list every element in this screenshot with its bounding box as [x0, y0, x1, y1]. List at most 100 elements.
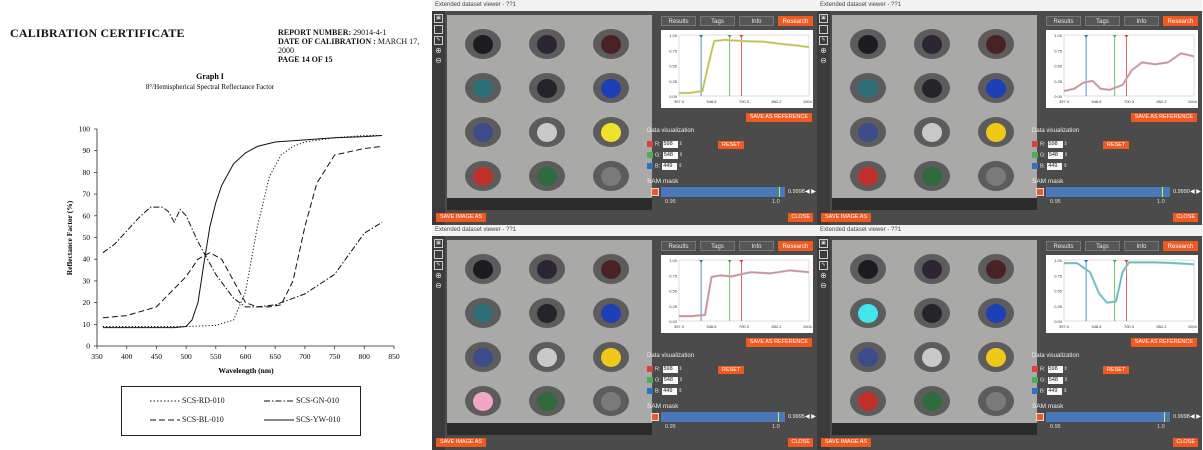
tab-research[interactable]: Research: [1163, 241, 1198, 251]
arrow-left-icon[interactable]: ◀: [1190, 414, 1195, 420]
rectangle-tool-icon[interactable]: [434, 25, 443, 34]
tab-info[interactable]: Info: [1124, 241, 1159, 251]
spin-arrows-icon[interactable]: ⇕: [679, 140, 683, 148]
arrow-left-icon[interactable]: ◀: [805, 189, 810, 195]
zoom-out-icon[interactable]: ⊖: [434, 281, 443, 290]
close-button[interactable]: CLOSE: [1173, 213, 1198, 222]
tab-results[interactable]: Results: [1046, 241, 1081, 251]
reset-button[interactable]: RESET: [718, 366, 745, 374]
close-button[interactable]: CLOSE: [788, 438, 813, 447]
tab-research[interactable]: Research: [778, 16, 813, 26]
reset-button[interactable]: RESET: [1103, 141, 1130, 149]
tab-results[interactable]: Results: [661, 241, 696, 251]
edit-tool-icon[interactable]: ✎: [434, 261, 443, 270]
sample-image[interactable]: [832, 15, 1037, 210]
spin-arrows-icon[interactable]: ⇕: [678, 162, 682, 170]
spin-arrows-icon[interactable]: ⇕: [1064, 140, 1068, 148]
channel-g-input[interactable]: 548: [662, 376, 678, 384]
arrow-right-icon[interactable]: ▶: [1196, 414, 1201, 420]
tab-info[interactable]: Info: [739, 241, 774, 251]
sam-slider-handle[interactable]: [1161, 187, 1164, 197]
save-image-as-button[interactable]: SAVE IMAGE AS: [821, 438, 872, 447]
channel-b-input[interactable]: 449: [1047, 162, 1063, 170]
rectangle-tool-icon[interactable]: [819, 250, 828, 259]
spin-arrows-icon[interactable]: ⇕: [1063, 387, 1067, 395]
zoom-in-icon[interactable]: ⊕: [819, 271, 828, 280]
sam-mask-slider[interactable]: [1046, 412, 1170, 422]
spin-arrows-icon[interactable]: ⇕: [678, 387, 682, 395]
spin-arrows-icon[interactable]: ⇕: [1064, 365, 1068, 373]
arrow-left-icon[interactable]: ◀: [805, 414, 810, 420]
select-tool-icon[interactable]: ▣: [819, 239, 828, 248]
zoom-in-icon[interactable]: ⊕: [819, 46, 828, 55]
save-as-reference-button[interactable]: SAVE AS REFERENCE: [745, 338, 812, 347]
spin-arrows-icon[interactable]: ⇕: [679, 376, 683, 384]
channel-g-input[interactable]: 548: [662, 151, 678, 159]
tab-tags[interactable]: Tags: [1085, 241, 1120, 251]
sample-image[interactable]: [447, 15, 652, 210]
spin-arrows-icon[interactable]: ⇕: [1063, 162, 1067, 170]
spin-arrows-icon[interactable]: ⇕: [1064, 376, 1068, 384]
sam-mask-checkbox[interactable]: [651, 188, 659, 196]
spin-arrows-icon[interactable]: ⇕: [1064, 151, 1068, 159]
spectrum-plot[interactable]: 1.000.750.500.250.00397.0 548.6 700.3 852.2…: [1046, 30, 1198, 108]
channel-r-input[interactable]: 598: [662, 140, 678, 148]
sam-slider-handle[interactable]: [777, 412, 780, 422]
tab-research[interactable]: Research: [1163, 16, 1198, 26]
sam-mask-checkbox[interactable]: [1036, 188, 1044, 196]
sam-mask-slider[interactable]: [661, 412, 785, 422]
spectrum-plot[interactable]: 1.000.750.500.250.00397.0 548.6 700.3 852.2…: [1046, 255, 1198, 333]
sam-mask-slider[interactable]: [661, 187, 785, 197]
tab-research[interactable]: Research: [778, 241, 813, 251]
sam-slider-handle[interactable]: [1163, 412, 1165, 422]
save-as-reference-button[interactable]: SAVE AS REFERENCE: [1130, 338, 1197, 347]
save-image-as-button[interactable]: SAVE IMAGE AS: [436, 213, 487, 222]
arrow-left-icon[interactable]: ◀: [1190, 189, 1195, 195]
arrow-right-icon[interactable]: ▶: [1196, 189, 1201, 195]
tab-tags[interactable]: Tags: [700, 16, 735, 26]
edit-tool-icon[interactable]: ✎: [819, 36, 828, 45]
save-image-as-button[interactable]: SAVE IMAGE AS: [821, 213, 872, 222]
sam-step-arrows[interactable]: ◀ ▶: [805, 188, 816, 195]
sam-slider-handle[interactable]: [778, 187, 780, 197]
tab-info[interactable]: Info: [1124, 16, 1159, 26]
tab-tags[interactable]: Tags: [1085, 16, 1120, 26]
save-as-reference-button[interactable]: SAVE AS REFERENCE: [1130, 113, 1197, 122]
sam-step-arrows[interactable]: ◀ ▶: [1190, 413, 1201, 420]
zoom-out-icon[interactable]: ⊖: [434, 56, 443, 65]
tab-tags[interactable]: Tags: [700, 241, 735, 251]
save-as-reference-button[interactable]: SAVE AS REFERENCE: [745, 113, 812, 122]
reset-button[interactable]: RESET: [718, 141, 745, 149]
channel-g-input[interactable]: 548: [1047, 376, 1063, 384]
channel-b-input[interactable]: 449: [662, 162, 678, 170]
zoom-out-icon[interactable]: ⊖: [819, 281, 828, 290]
reset-button[interactable]: RESET: [1103, 366, 1130, 374]
zoom-out-icon[interactable]: ⊖: [819, 56, 828, 65]
channel-r-input[interactable]: 598: [662, 365, 678, 373]
spectrum-plot[interactable]: 1.000.750.500.250.00397.0 548.6 700.3 852.2…: [661, 255, 813, 333]
zoom-in-icon[interactable]: ⊕: [434, 271, 443, 280]
select-tool-icon[interactable]: ▣: [434, 239, 443, 248]
edit-tool-icon[interactable]: ✎: [434, 36, 443, 45]
tab-info[interactable]: Info: [739, 16, 774, 26]
sam-step-arrows[interactable]: ◀ ▶: [1190, 188, 1201, 195]
sample-image[interactable]: [447, 240, 652, 435]
channel-b-input[interactable]: 449: [1047, 387, 1063, 395]
spin-arrows-icon[interactable]: ⇕: [679, 151, 683, 159]
sam-mask-checkbox[interactable]: [651, 413, 659, 421]
sample-image[interactable]: [832, 240, 1037, 435]
tab-results[interactable]: Results: [1046, 16, 1081, 26]
channel-b-input[interactable]: 449: [662, 387, 678, 395]
arrow-right-icon[interactable]: ▶: [811, 189, 816, 195]
sam-mask-checkbox[interactable]: [1036, 413, 1044, 421]
sam-step-arrows[interactable]: ◀ ▶: [805, 413, 816, 420]
save-image-as-button[interactable]: SAVE IMAGE AS: [436, 438, 487, 447]
edit-tool-icon[interactable]: ✎: [819, 261, 828, 270]
channel-r-input[interactable]: 598: [1047, 140, 1063, 148]
close-button[interactable]: CLOSE: [788, 213, 813, 222]
rectangle-tool-icon[interactable]: [434, 250, 443, 259]
sam-mask-slider[interactable]: [1046, 187, 1170, 197]
spin-arrows-icon[interactable]: ⇕: [679, 365, 683, 373]
zoom-in-icon[interactable]: ⊕: [434, 46, 443, 55]
channel-r-input[interactable]: 598: [1047, 365, 1063, 373]
